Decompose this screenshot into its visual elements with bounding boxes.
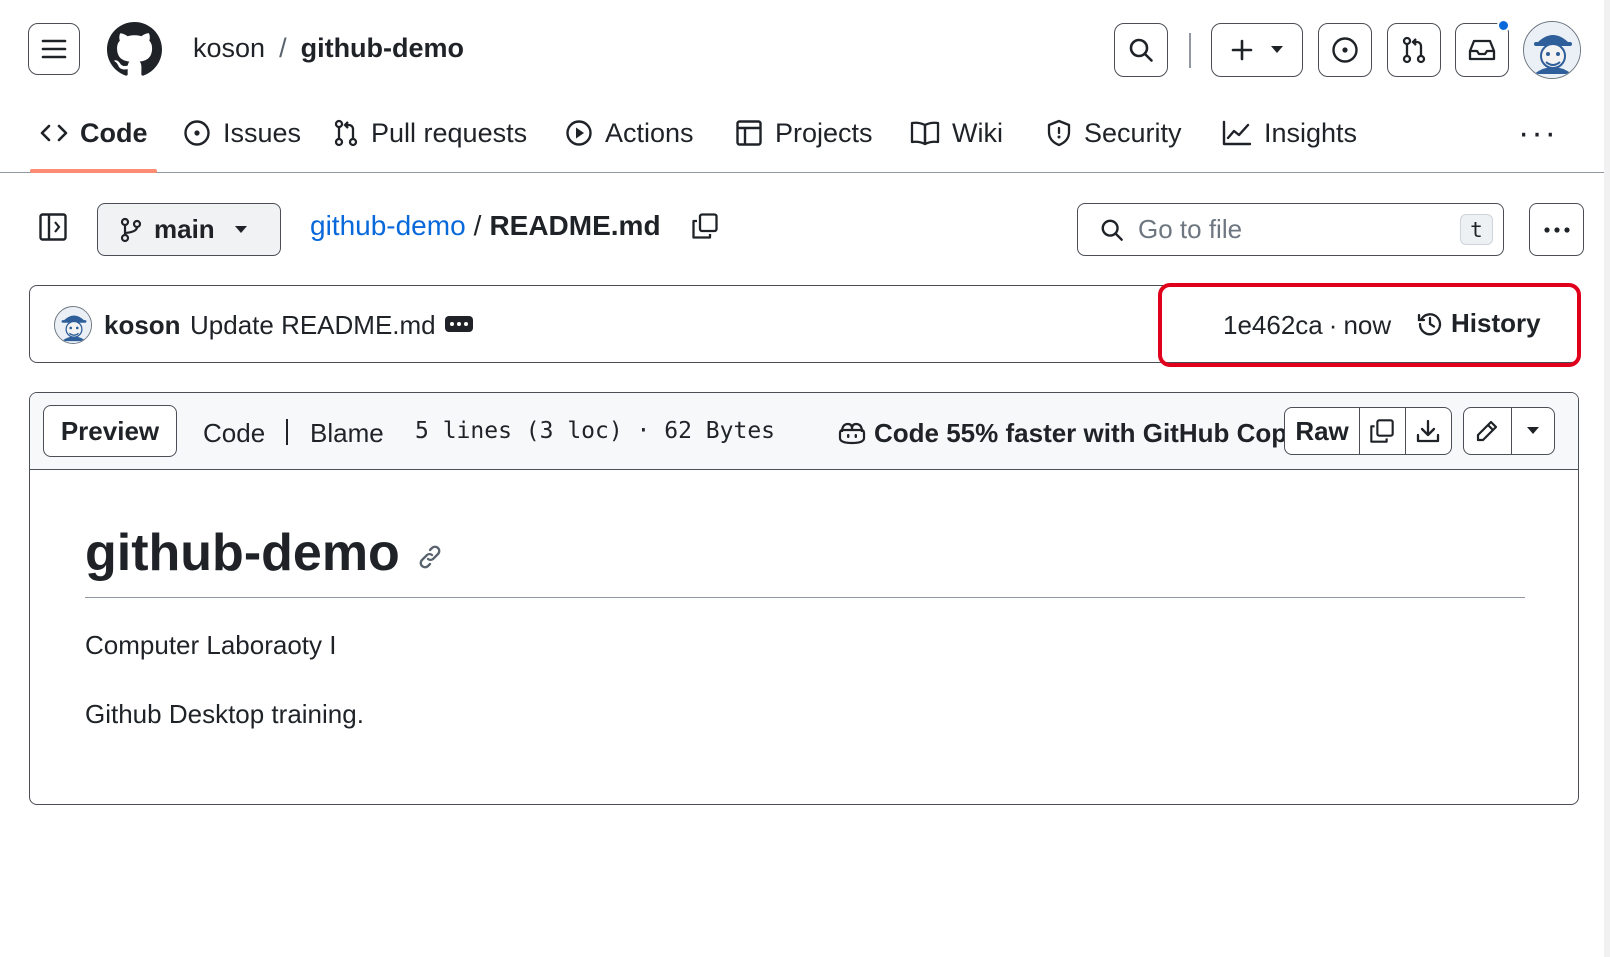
repo-nav: Code Issues Pull requests Actions Projec…	[0, 100, 1610, 173]
create-new-button[interactable]	[1211, 23, 1303, 77]
kebab-horizontal-icon	[1543, 226, 1570, 233]
tab-issues[interactable]: Issues	[183, 115, 301, 151]
tab-insights[interactable]: Insights	[1222, 115, 1357, 151]
commit-author-link[interactable]: koson	[104, 310, 181, 341]
raw-label: Raw	[1295, 415, 1349, 446]
repo-path-separator: /	[279, 33, 287, 63]
tab-projects[interactable]: Projects	[735, 115, 873, 151]
readme-heading-text: github-demo	[85, 524, 400, 582]
annotation-highlight-box	[1158, 283, 1581, 367]
window-edge	[1604, 0, 1610, 957]
breadcrumb-file-name: README.md	[489, 210, 661, 241]
repo-name-link[interactable]: github-demo	[301, 33, 464, 64]
link-icon[interactable]	[416, 543, 444, 571]
tab-security-label: Security	[1084, 117, 1182, 148]
copy-icon	[1369, 418, 1395, 444]
tab-preview[interactable]: Preview	[43, 405, 177, 457]
book-icon	[910, 120, 940, 146]
download-icon	[1415, 418, 1441, 444]
commit-author-avatar[interactable]	[54, 306, 92, 344]
tab-projects-label: Projects	[775, 117, 873, 148]
tab-wiki[interactable]: Wiki	[910, 115, 1003, 151]
search-icon	[1100, 218, 1124, 242]
tab-code-label: Code	[80, 117, 148, 148]
copy-raw-button[interactable]	[1359, 408, 1404, 454]
tab-actions-label: Actions	[605, 117, 694, 148]
pull-requests-button[interactable]	[1387, 23, 1441, 77]
go-to-file-placeholder: Go to file	[1138, 214, 1243, 244]
git-pull-request-icon	[333, 119, 359, 147]
issue-opened-icon	[183, 119, 211, 147]
pencil-icon	[1475, 419, 1499, 443]
file-viewer-header: Preview Code Blame 5 lines (3 loc) · 62 …	[30, 393, 1578, 470]
git-branch-icon	[120, 217, 142, 243]
sidepanel-toggle-icon[interactable]	[38, 212, 68, 242]
edit-file-button[interactable]	[1464, 408, 1511, 454]
tab-insights-label: Insights	[1264, 117, 1358, 148]
breadcrumb-separator: /	[473, 210, 482, 241]
search-button[interactable]	[1114, 23, 1168, 77]
breadcrumb-repo-link[interactable]: github-demo	[310, 210, 466, 242]
tab-pull-requests-label: Pull requests	[371, 117, 528, 148]
notification-dot	[1497, 19, 1510, 32]
file-info: 5 lines (3 loc) · 62 Bytes	[415, 418, 776, 444]
download-raw-button[interactable]	[1404, 408, 1451, 454]
edit-actions-group	[1463, 407, 1555, 455]
tab-code[interactable]: Code	[40, 115, 148, 151]
search-icon	[1128, 37, 1154, 63]
shield-icon	[1046, 119, 1072, 147]
issue-opened-icon	[1331, 36, 1359, 64]
tab-code-view[interactable]: Code	[203, 418, 265, 449]
triangle-down-icon	[1526, 427, 1539, 435]
git-pull-request-icon	[1401, 36, 1427, 64]
table-icon	[735, 119, 763, 147]
repo-owner-link[interactable]: koson	[193, 33, 265, 64]
nav-more-button[interactable]: ···	[1518, 114, 1558, 153]
breadcrumb: github-demo / README.md	[310, 210, 719, 242]
play-icon	[565, 119, 593, 147]
keyboard-shortcut-badge: t	[1460, 214, 1493, 245]
hamburger-menu-button[interactable]	[28, 23, 80, 75]
tab-security[interactable]: Security	[1046, 115, 1182, 151]
commit-expand-icon[interactable]	[445, 316, 473, 332]
tab-divider	[286, 419, 288, 445]
repo-path: koson / github-demo	[193, 33, 464, 64]
code-icon	[40, 122, 68, 144]
issues-button[interactable]	[1318, 23, 1372, 77]
readme-content: github-demo Computer Laboraoty I Github …	[85, 523, 1525, 730]
tab-pull-requests[interactable]: Pull requests	[333, 115, 527, 151]
avatar[interactable]	[1523, 21, 1581, 79]
more-options-button[interactable]	[1529, 203, 1584, 256]
global-header: koson / github-demo	[0, 0, 1610, 100]
go-to-file-input[interactable]: Go to file t	[1077, 203, 1504, 256]
readme-paragraph: Github Desktop training.	[85, 699, 364, 729]
readme-heading: github-demo	[85, 523, 1525, 598]
copy-path-icon[interactable]	[691, 212, 719, 240]
copilot-promo-text: Code 55% faster with GitHub Copilot	[874, 417, 1324, 448]
copilot-icon	[838, 420, 866, 446]
file-viewer: Preview Code Blame 5 lines (3 loc) · 62 …	[29, 392, 1579, 805]
graph-icon	[1222, 120, 1252, 146]
three-bars-icon	[41, 38, 67, 60]
tab-wiki-label: Wiki	[952, 117, 1003, 148]
readme-paragraph: Computer Laboraoty I	[85, 630, 337, 660]
plus-icon	[1231, 39, 1253, 61]
branch-selector-button[interactable]: main	[97, 203, 281, 256]
edit-dropdown-button[interactable]	[1510, 408, 1554, 454]
active-tab-underline	[30, 169, 157, 173]
tab-actions[interactable]: Actions	[565, 115, 694, 151]
branch-name: main	[154, 214, 215, 244]
raw-button[interactable]: Raw	[1285, 408, 1359, 454]
copilot-promo-link[interactable]: Code 55% faster with GitHub Copilot	[838, 415, 1324, 451]
triangle-down-icon	[234, 225, 247, 234]
triangle-down-icon	[1271, 46, 1283, 54]
header-divider	[1189, 33, 1191, 68]
commit-message-link[interactable]: Update README.md	[190, 310, 436, 341]
inbox-icon	[1468, 38, 1496, 62]
tab-blame[interactable]: Blame	[310, 418, 384, 449]
github-logo-icon[interactable]	[107, 22, 162, 77]
file-actions-group: Raw	[1284, 407, 1452, 455]
tab-issues-label: Issues	[223, 117, 302, 148]
